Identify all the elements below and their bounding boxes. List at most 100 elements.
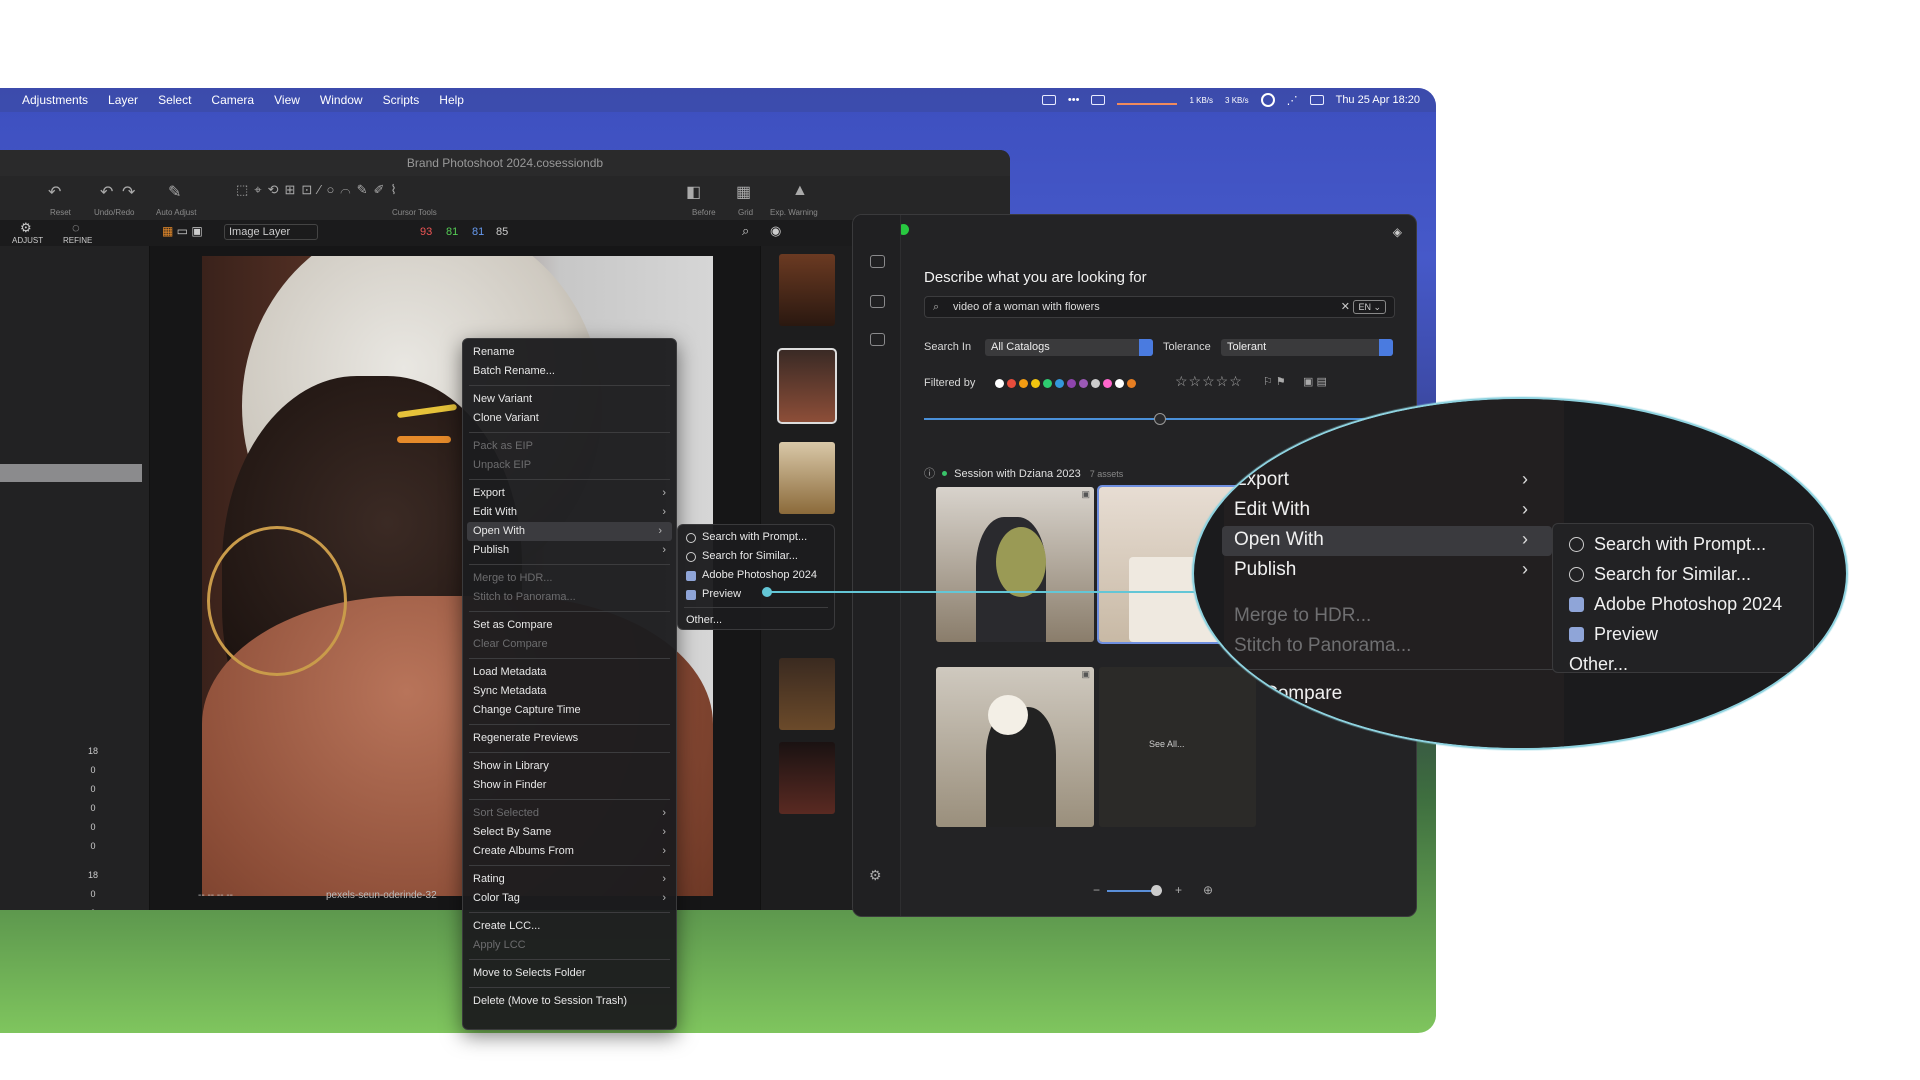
menu-help[interactable]: Help (439, 93, 464, 107)
color-swatch[interactable] (1067, 379, 1076, 388)
fit-icon[interactable]: ⊕ (1203, 883, 1213, 897)
flag-icon[interactable]: ⚐ ⚑ (1263, 375, 1286, 388)
wifi-icon[interactable]: ⋰ (1287, 94, 1298, 107)
color-swatch[interactable] (995, 379, 1004, 388)
clear-icon[interactable]: ✕ (1341, 297, 1350, 317)
thumbnail[interactable] (779, 658, 835, 730)
gallery-icon[interactable] (870, 333, 885, 346)
color-swatch[interactable] (1115, 379, 1124, 388)
thumbnail[interactable] (779, 254, 835, 326)
context-menu-item[interactable]: Color Tag › (463, 889, 676, 908)
context-menu-item[interactable]: Move to Selects Folder (463, 964, 676, 983)
thumbnail-selected[interactable] (777, 348, 837, 424)
search-in-select[interactable]: All Catalogs (985, 339, 1153, 356)
context-menu-item[interactable]: Sync Metadata (463, 682, 676, 701)
tolerance-select[interactable]: Tolerant (1221, 339, 1393, 356)
color-swatch[interactable] (1007, 379, 1016, 388)
color-swatch[interactable] (1055, 379, 1064, 388)
size-knob[interactable] (1151, 885, 1162, 896)
chat-icon[interactable] (870, 295, 885, 308)
context-menu-item[interactable]: Regenerate Previews (463, 729, 676, 748)
reset-icon[interactable]: ↶ (48, 182, 61, 202)
context-menu-item[interactable]: Clone Variant (463, 409, 676, 428)
context-menu-item[interactable]: Load Metadata (463, 663, 676, 682)
redo-icon[interactable]: ↷ (122, 182, 135, 202)
size-slider[interactable] (1107, 890, 1157, 892)
value-box[interactable]: 0 (78, 889, 108, 908)
value-box[interactable]: 18 (78, 870, 108, 889)
session-name[interactable]: Session with Dziana 2023 (954, 468, 1081, 480)
undo-icon[interactable]: ↶ (100, 182, 113, 202)
context-menu-item[interactable]: Change Capture Time (463, 701, 676, 720)
value-box[interactable]: 0 (78, 822, 108, 841)
value-box[interactable]: 0 (78, 765, 108, 784)
slider-knob[interactable] (1153, 413, 1166, 425)
layout-icons[interactable]: ▦ ▭ ▣ (162, 224, 203, 238)
warning-icon[interactable]: ▲ (792, 182, 808, 200)
screen-icon[interactable] (1041, 95, 1056, 105)
control-center-icon[interactable] (1309, 95, 1324, 105)
language-select[interactable]: EN ⌄ (1353, 300, 1386, 314)
adjust-icon[interactable]: ⚙ (20, 220, 32, 236)
menu-view[interactable]: View (274, 93, 300, 107)
grid-view-icon[interactable] (870, 255, 885, 268)
zoom-out-icon[interactable]: − (1093, 883, 1100, 897)
context-menu-item[interactable]: Batch Rename... (463, 362, 676, 381)
context-menu-item[interactable]: Create Albums From › (463, 842, 676, 861)
value-box[interactable]: 0 (78, 803, 108, 822)
thumbnail[interactable] (779, 442, 835, 514)
context-menu-item[interactable]: Open With › (467, 522, 672, 541)
star-rating-filter[interactable]: ☆☆☆☆☆ (1175, 373, 1243, 390)
media-type-icons[interactable]: ▣ ▤ (1303, 375, 1327, 388)
cursor-tools-icon[interactable]: ⬚⌖⟲⊞⊡∕○⌒✎✐⌇ (236, 182, 403, 198)
color-swatch[interactable] (1091, 379, 1100, 388)
color-swatch[interactable] (1019, 379, 1028, 388)
context-menu-item[interactable]: Edit With › (463, 503, 676, 522)
info-icon[interactable]: ⓘ (924, 468, 935, 480)
context-menu-item[interactable]: Show in Library (463, 757, 676, 776)
settings-icon[interactable]: ⚙ (869, 867, 882, 884)
search-with-prompt-item[interactable]: Search with Prompt... (678, 528, 834, 547)
menu-adjustments[interactable]: Adjustments (22, 93, 88, 107)
value-box[interactable]: 0 (78, 908, 108, 910)
context-menu-item[interactable]: Set as Compare (463, 616, 676, 635)
color-swatch[interactable] (1043, 379, 1052, 388)
other-item[interactable]: Other... (678, 611, 834, 630)
context-menu-item[interactable]: Publish › (463, 541, 676, 560)
context-menu-item[interactable]: Rename (463, 343, 676, 362)
preview-item[interactable]: Preview (678, 585, 834, 604)
result-video-3[interactable]: ▣ (936, 667, 1094, 827)
refine-tab[interactable]: REFINE (63, 236, 92, 245)
context-menu-item[interactable]: Export › (463, 484, 676, 503)
menu-scripts[interactable]: Scripts (383, 93, 420, 107)
color-swatch[interactable] (1127, 379, 1136, 388)
context-menu-item[interactable]: Create LCC... (463, 917, 676, 936)
context-menu-item[interactable]: Show in Finder (463, 776, 676, 795)
search-for-similar-item[interactable]: Search for Similar... (678, 547, 834, 566)
value-box[interactable]: 0 (78, 841, 108, 870)
more-icon[interactable]: ••• (1068, 94, 1080, 106)
context-menu-item[interactable]: Select By Same › (463, 823, 676, 842)
value-box[interactable]: 0 (78, 784, 108, 803)
prompt-search-field[interactable]: ⌕ video of a woman with flowers ✕ EN ⌄ (924, 296, 1395, 318)
auto-adjust-icon[interactable]: ✎ (168, 182, 181, 202)
value-box[interactable]: 18 (78, 746, 108, 765)
display-icon[interactable] (1091, 95, 1106, 105)
photoshop-item[interactable]: Adobe Photoshop 2024 (678, 566, 834, 585)
thumbnail[interactable] (779, 742, 835, 814)
menu-camera[interactable]: Camera (211, 93, 254, 107)
zoom-in-icon[interactable]: + (1175, 883, 1182, 897)
context-menu-item[interactable]: Rating › (463, 870, 676, 889)
color-swatch[interactable] (1031, 379, 1040, 388)
grid-icon[interactable]: ▦ (736, 182, 751, 202)
eye-icon[interactable]: ◉ (770, 223, 781, 239)
refine-icon[interactable]: ◌ (72, 220, 80, 235)
layer-select[interactable]: Image Layer (224, 224, 318, 240)
before-icon[interactable]: ◧ (686, 182, 701, 202)
menu-select[interactable]: Select (158, 93, 191, 107)
context-menu-item[interactable]: New Variant (463, 390, 676, 409)
color-swatch[interactable] (1103, 379, 1112, 388)
color-swatch[interactable] (1079, 379, 1088, 388)
context-menu-item[interactable]: Delete (Move to Session Trash) (463, 992, 676, 1011)
clock[interactable]: Thu 25 Apr 18:20 (1336, 94, 1420, 106)
